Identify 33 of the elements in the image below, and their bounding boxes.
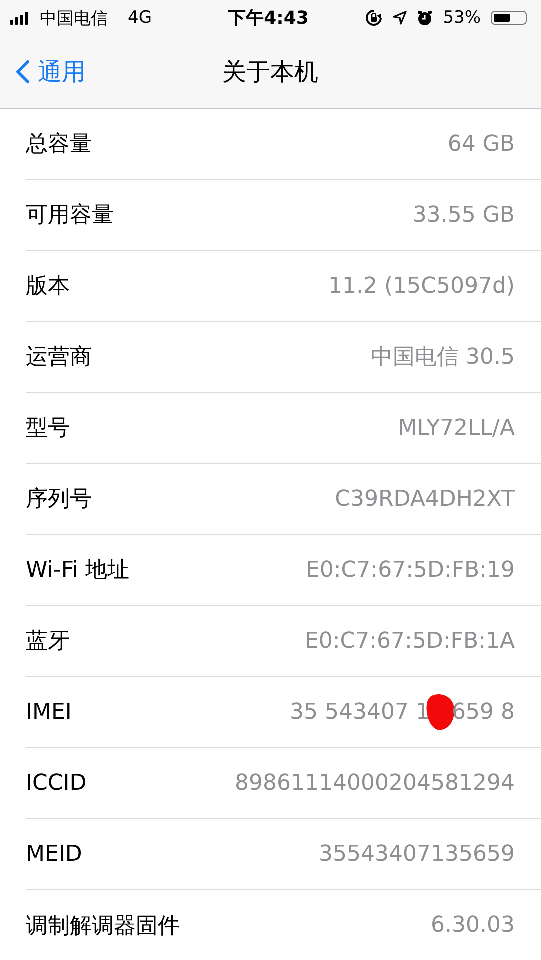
row-value: E0:C7:67:5D:FB:19 bbox=[306, 558, 515, 582]
page-title: 关于本机 bbox=[222, 57, 318, 88]
battery-percent: 53% bbox=[443, 8, 481, 28]
row-label: 蓝牙 bbox=[26, 628, 70, 656]
row-label: MEID bbox=[26, 842, 82, 866]
alarm-icon bbox=[417, 10, 434, 26]
row-label: 序列号 bbox=[26, 486, 92, 514]
rotation-lock-icon bbox=[365, 9, 384, 27]
row-value: 35543407135659 bbox=[319, 842, 515, 866]
row-label: 运营商 bbox=[26, 344, 92, 372]
row-value: 11.2 (15C5097d) bbox=[328, 274, 515, 298]
carrier-name: 中国电信 bbox=[40, 8, 108, 30]
row-label: 可用容量 bbox=[26, 202, 114, 230]
row-label: 调制解调器固件 bbox=[26, 912, 180, 940]
row-value: C39RDA4DH2XT bbox=[335, 486, 515, 512]
network-type: 4G bbox=[128, 8, 152, 28]
row-label: IMEI bbox=[26, 700, 72, 724]
location-icon bbox=[393, 11, 408, 25]
row-value: E0:C7:67:5D:FB:1A bbox=[304, 628, 515, 654]
back-button[interactable]: 通用 bbox=[0, 56, 86, 88]
row-label: 型号 bbox=[26, 415, 70, 443]
row-value: 6.30.03 bbox=[431, 913, 515, 938]
row-value: MLY72LL/A bbox=[398, 416, 515, 440]
row-value: 89861114000204581294 bbox=[235, 770, 515, 796]
row-label: 总容量 bbox=[26, 131, 92, 159]
row-label: 版本 bbox=[26, 273, 70, 301]
row-value: 33.55 GB bbox=[412, 202, 515, 228]
status-time: 下午4:43 bbox=[228, 7, 309, 30]
row-label: ICCID bbox=[26, 770, 87, 796]
row-value: 中国电信 30.5 bbox=[371, 344, 515, 372]
row-value: 64 GB bbox=[448, 132, 515, 156]
row-label: Wi-Fi 地址 bbox=[26, 557, 130, 585]
chevron-left-icon bbox=[16, 60, 30, 84]
